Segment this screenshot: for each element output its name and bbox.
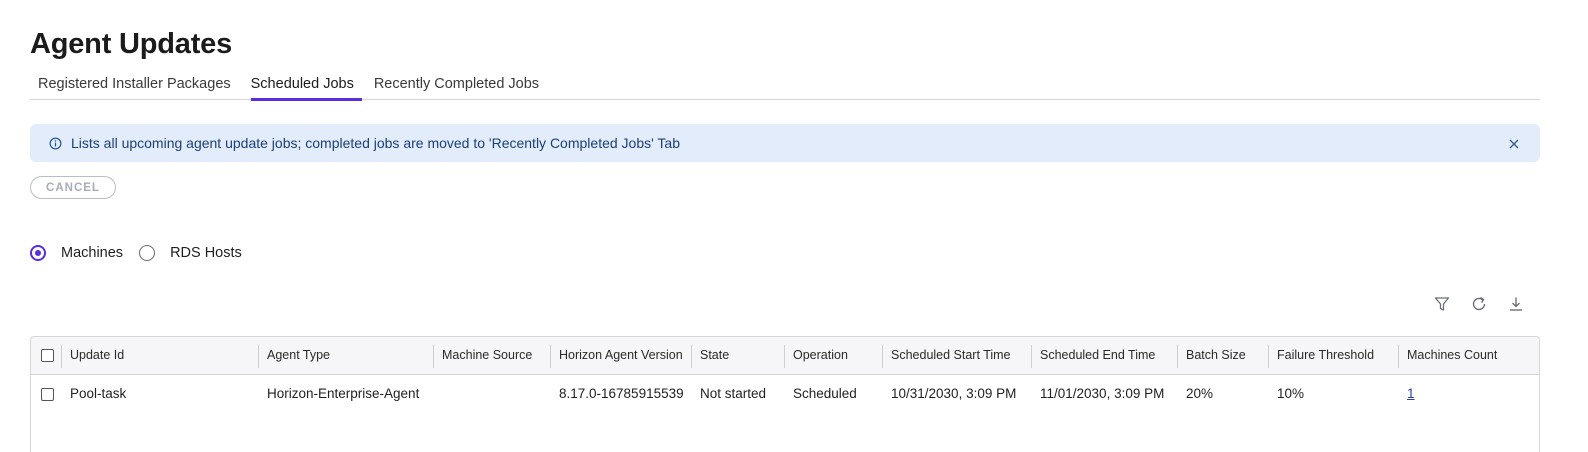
cell-update-id: Pool-task xyxy=(70,385,127,401)
refresh-icon[interactable] xyxy=(1470,295,1488,313)
tab-registered-installer-packages[interactable]: Registered Installer Packages xyxy=(30,70,239,100)
cell-scheduled-end-time: 11/01/2030, 3:09 PM xyxy=(1040,385,1165,401)
table-header-row: Update Id Agent Type Machine Source Hori… xyxy=(31,337,1539,375)
cell-machines-count: 1 xyxy=(1398,374,1539,412)
radio-rds-hosts-label[interactable]: RDS Hosts xyxy=(170,245,242,261)
column-header-failure-threshold[interactable]: Failure Threshold xyxy=(1268,337,1398,375)
info-banner: Lists all upcoming agent update jobs; co… xyxy=(30,124,1540,162)
column-header-scheduled-start-time[interactable]: Scheduled Start Time xyxy=(882,337,1031,375)
download-icon[interactable] xyxy=(1507,295,1525,313)
info-banner-text: Lists all upcoming agent update jobs; co… xyxy=(71,135,680,151)
cell-machine-source xyxy=(433,374,550,412)
tab-scheduled-jobs[interactable]: Scheduled Jobs xyxy=(243,70,363,101)
filter-icon[interactable] xyxy=(1433,295,1451,313)
tab-bar: Registered Installer Packages Scheduled … xyxy=(30,70,1540,101)
radio-machines-label[interactable]: Machines xyxy=(61,245,123,261)
cell-batch-size: 20% xyxy=(1186,385,1214,401)
scheduled-jobs-table: Update Id Agent Type Machine Source Hori… xyxy=(30,336,1540,452)
row-select-cell xyxy=(31,374,61,412)
column-header-state[interactable]: State xyxy=(691,337,784,375)
column-header-agent-type[interactable]: Agent Type xyxy=(258,337,433,375)
column-header-batch-size[interactable]: Batch Size xyxy=(1177,337,1268,375)
cell-scheduled-start-time: 10/31/2030, 3:09 PM xyxy=(891,385,1017,401)
cell-failure-threshold: 10% xyxy=(1277,385,1305,401)
select-all-cell xyxy=(31,337,61,375)
table-toolbar xyxy=(1433,296,1525,312)
column-header-update-id[interactable]: Update Id xyxy=(61,337,258,375)
agent-updates-page: Agent Updates Registered Installer Packa… xyxy=(0,0,1588,452)
column-header-operation[interactable]: Operation xyxy=(784,337,882,375)
page-title: Agent Updates xyxy=(30,28,233,60)
column-header-machines-count[interactable]: Machines Count xyxy=(1398,337,1539,375)
cell-horizon-agent-version: 8.17.0-16785915539 xyxy=(559,385,684,401)
row-select-checkbox[interactable] xyxy=(41,387,54,401)
column-header-horizon-agent-version[interactable]: Horizon Agent Version xyxy=(550,337,691,375)
select-all-checkbox[interactable] xyxy=(41,349,54,363)
column-header-scheduled-end-time[interactable]: Scheduled End Time xyxy=(1031,337,1177,375)
tab-recently-completed-jobs[interactable]: Recently Completed Jobs xyxy=(366,70,547,100)
machines-count-link[interactable]: 1 xyxy=(1407,386,1415,401)
table-row[interactable]: Pool-task Horizon-Enterprise-Agent 8.17.… xyxy=(31,374,1539,412)
cell-operation: Scheduled xyxy=(793,385,857,401)
cell-agent-type: Horizon-Enterprise-Agent xyxy=(267,385,420,401)
radio-rds-hosts[interactable] xyxy=(139,245,156,261)
close-icon[interactable] xyxy=(1508,137,1520,149)
info-icon xyxy=(48,136,62,150)
cell-state: Not started xyxy=(700,385,767,401)
column-header-machine-source[interactable]: Machine Source xyxy=(433,337,550,375)
machine-type-radio-group: Machines RDS Hosts xyxy=(30,243,258,263)
cancel-button[interactable]: CANCEL xyxy=(30,176,116,199)
radio-machines[interactable] xyxy=(30,245,46,261)
